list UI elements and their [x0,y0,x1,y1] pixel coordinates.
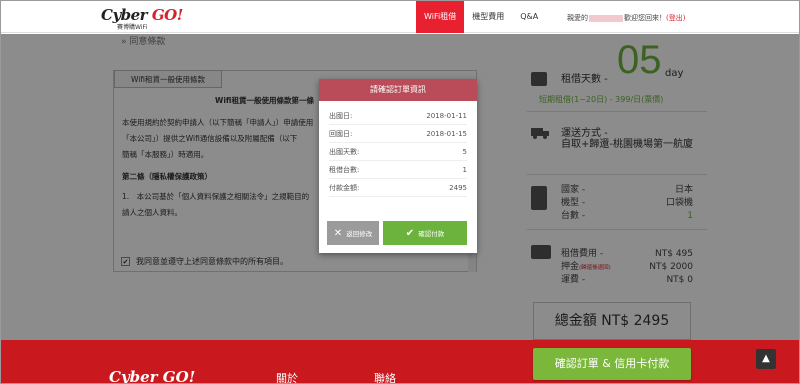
confirm-pay-label: 確認付款 [418,230,445,238]
nav-wifi-rental[interactable]: WiFi租借 [416,1,465,33]
logo-subtitle: 賽博購WiFi [117,24,148,31]
units-count-label: 租借台數: [329,166,360,174]
departure-label: 出國日: [329,112,353,120]
payment-label: 付款金額: [329,184,360,192]
welcome-message: 親愛的 歡迎您回來！(登出) [567,13,685,23]
modal-row: 出國日: 2018-01-11 [329,107,467,125]
return-value: 2018-01-15 [426,130,467,138]
days-value: 5 [462,148,467,156]
departure-value: 2018-01-11 [426,112,467,120]
modal-row: 出國天數: 5 [329,143,467,161]
user-name-redacted [589,14,623,22]
main-nav: WiFi租借 機型費用 Q&A [416,1,546,33]
footer-nav-about[interactable]: 關於 [276,370,298,383]
modal-row: 付款金額: 2495 [329,179,467,197]
return-label: 回國日: [329,130,353,138]
confirm-order-modal: 請確認訂單資訊 出國日: 2018-01-11 回國日: 2018-01-15 出國… [319,79,477,253]
chevron-up-icon[interactable]: ▲ [756,349,776,369]
confirm-payment-button[interactable]: 確認訂單 & 信用卡付款 [533,348,691,380]
modal-body: 出國日: 2018-01-11 回國日: 2018-01-15 出國天數: 5 租借台… [319,101,477,197]
modal-row: 租借台數: 1 [329,161,467,179]
welcome-prefix: 親愛的 [567,14,588,22]
days-label: 出國天數: [329,148,360,156]
modal-buttons: ✕ 返回修改 ✔ 確認付款 [327,221,469,245]
nav-qa[interactable]: Q&A [512,1,546,33]
confirm-pay-button[interactable]: ✔ 確認付款 [383,221,467,245]
logo-go-text: GO! [151,6,183,24]
footer-nav-contact[interactable]: 聯絡 [374,370,396,383]
modal-title: 請確認訂單資訊 [319,79,477,101]
welcome-suffix: 歡迎您回來！ [624,14,666,22]
back-edit-button[interactable]: ✕ 返回修改 [327,221,379,245]
nav-model-fees[interactable]: 機型費用 [464,1,512,33]
modal-row: 回國日: 2018-01-15 [329,125,467,143]
back-edit-label: 返回修改 [346,230,373,238]
close-icon: ✕ [333,227,343,239]
footer-logo[interactable]: Cyber GO! [109,368,195,383]
payment-value: 2495 [449,184,467,192]
browser-frame: Cyber GO! 賽博購WiFi WiFi租借 機型費用 Q&A 親愛的 歡迎您… [0,0,800,384]
check-icon: ✔ [405,227,415,239]
logout-link[interactable]: (登出) [666,14,685,22]
units-count-value: 1 [462,166,467,174]
site-header: Cyber GO! 賽博購WiFi WiFi租借 機型費用 Q&A 親愛的 歡迎您… [1,1,799,33]
